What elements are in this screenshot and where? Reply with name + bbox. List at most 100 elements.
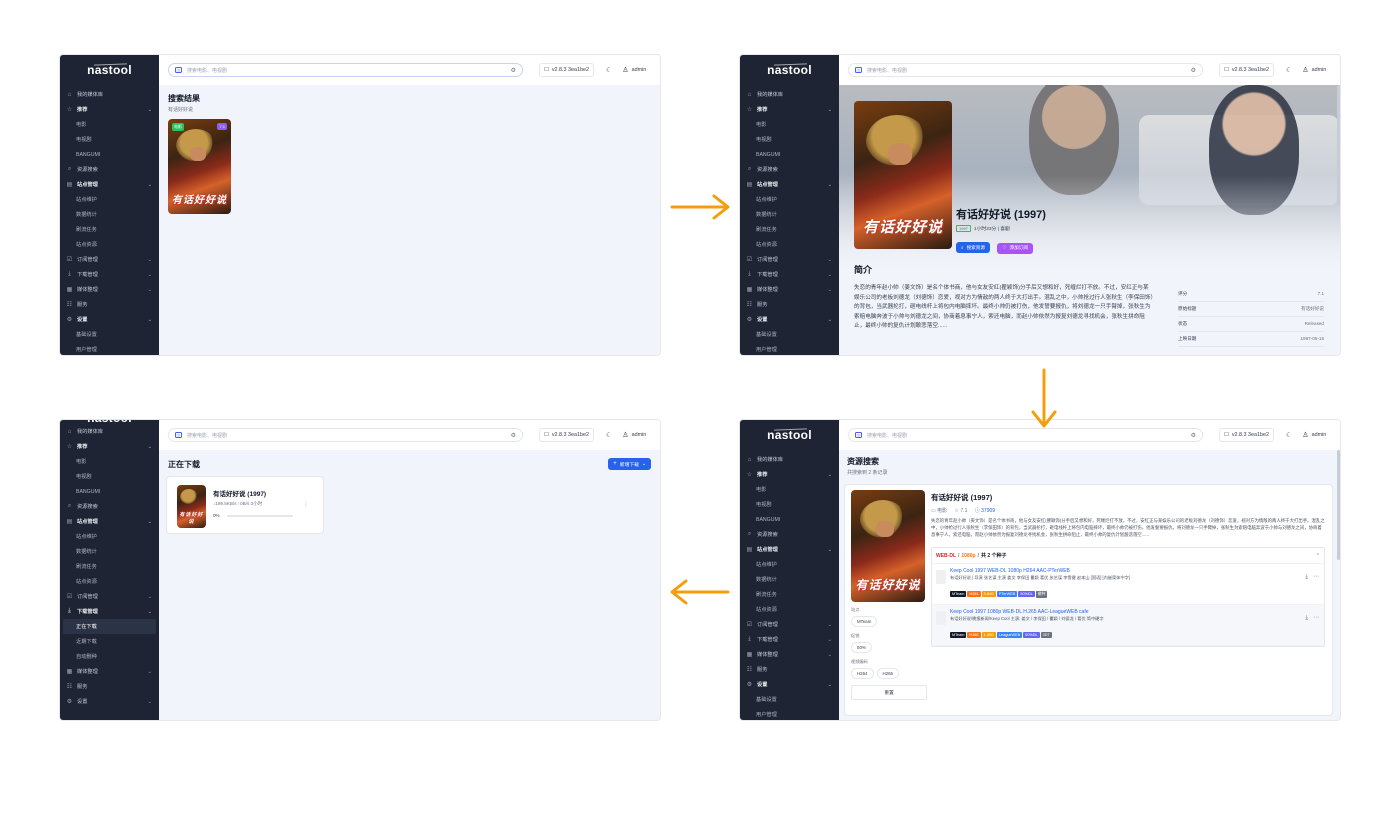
sidebar-item[interactable]: BANGUMI <box>60 484 159 499</box>
version-button[interactable]: ☐ v2.8.3 3ea1be2 <box>539 428 595 442</box>
sidebar-item[interactable]: ☑ 订阅管理 ⌄ <box>740 252 839 267</box>
filter-site-chip[interactable]: MTeam <box>851 616 878 627</box>
sidebar-item[interactable]: 数据统计 <box>740 572 839 587</box>
app-logo[interactable]: nastool <box>740 55 839 85</box>
result-poster[interactable]: 电影 7.1 有话好好说 <box>168 119 231 214</box>
sidebar-item[interactable]: 电影 <box>60 454 159 469</box>
sidebar-item[interactable]: 自动删种 <box>60 649 159 664</box>
user-menu[interactable]: ♙ admin <box>622 431 646 439</box>
sidebar-item[interactable]: ▤ 站点管理 ⌄ <box>60 177 159 192</box>
filter-icon[interactable]: ⚙ <box>1191 67 1196 74</box>
sidebar-item[interactable]: ⤓ 下载管理 ⌄ <box>740 267 839 282</box>
app-logo[interactable]: nastool <box>60 420 159 422</box>
sidebar-item[interactable]: ⌕ 资源搜索 <box>60 162 159 177</box>
tmdb-id-link[interactable]: 37909 <box>981 508 995 514</box>
sidebar-item[interactable]: 站点维护 <box>60 192 159 207</box>
search-input[interactable]: ◫ 搜索电影、电视剧 ⚙ <box>848 428 1203 442</box>
sidebar-item[interactable]: 电影 <box>740 482 839 497</box>
sidebar-item[interactable]: 基础设置 <box>740 692 839 707</box>
sidebar-item[interactable]: ☷ 服务 <box>60 679 159 694</box>
torrent-row[interactable]: Keep Cool 1997 WEB-DL 1080p H264 AAC-PTe… <box>932 564 1324 605</box>
theme-toggle-icon[interactable]: ☾ <box>606 66 612 74</box>
theme-toggle-icon[interactable]: ☾ <box>606 431 612 439</box>
sidebar-item[interactable]: ⤓ 下载管理 ⌄ <box>60 267 159 282</box>
sidebar-item[interactable]: ⤓ 下载管理 ⌄ <box>740 632 839 647</box>
version-button[interactable]: ☐ v2.8.3 3ea1be2 <box>1219 63 1275 77</box>
sidebar-item[interactable]: ⌂ 我的媒体库 <box>60 87 159 102</box>
download-icon[interactable]: ⤓ <box>1305 574 1308 581</box>
filter-icon[interactable]: ⚙ <box>511 67 516 74</box>
sidebar-item[interactable]: 电视剧 <box>740 132 839 147</box>
sidebar-item[interactable]: 数据统计 <box>60 544 159 559</box>
filter-codec-chip[interactable]: H265 <box>876 668 899 679</box>
sidebar-item[interactable]: ⚙ 设置 ⌄ <box>60 312 159 327</box>
filter-codec-chip[interactable]: H264 <box>851 668 874 679</box>
sidebar-item[interactable]: ▤ 站点管理 ⌄ <box>60 514 159 529</box>
sidebar-item[interactable]: 电视剧 <box>740 497 839 512</box>
sidebar-item[interactable]: 站点维护 <box>740 192 839 207</box>
theme-toggle-icon[interactable]: ☾ <box>1286 431 1292 439</box>
filter-icon[interactable]: ⚙ <box>511 432 516 439</box>
scrollbar[interactable] <box>1337 450 1340 560</box>
sidebar-item[interactable]: ☑ 订阅管理 ⌄ <box>60 589 159 604</box>
sidebar-item[interactable]: ⚙ 设置 ⌄ <box>60 694 159 709</box>
user-menu[interactable]: ♙ admin <box>1302 66 1326 74</box>
sidebar-item[interactable]: ⌂ 我的媒体库 <box>740 87 839 102</box>
search-input[interactable]: ◫ 搜索电影、电视剧 ⚙ <box>168 63 523 77</box>
sidebar-item[interactable]: ▤ 站点管理 ⌄ <box>740 177 839 192</box>
sidebar-item[interactable]: ☷ 服务 <box>740 662 839 677</box>
torrent-name[interactable]: Keep Cool 1997 WEB-DL 1080p H264 AAC-PTe… <box>950 568 1294 574</box>
sidebar-item[interactable]: ☆ 推荐 ⌄ <box>60 102 159 117</box>
sidebar-item[interactable]: ☆ 推荐 ⌄ <box>740 102 839 117</box>
sidebar-item[interactable]: 站点维护 <box>60 529 159 544</box>
sidebar-item[interactable]: ⚙ 设置 ⌄ <box>740 677 839 692</box>
filter-promo-chip[interactable]: 50% <box>851 642 872 653</box>
torrent-row[interactable]: Keep Cool 1997 1080p WEB-DL H.265 AAC-Le… <box>932 605 1324 646</box>
sidebar-item[interactable]: 刷流任务 <box>60 559 159 574</box>
sidebar-item[interactable]: 刷流任务 <box>740 222 839 237</box>
sidebar-item[interactable]: ⌕ 资源搜索 <box>60 499 159 514</box>
sidebar-item[interactable]: 电影 <box>740 117 839 132</box>
scrollbar[interactable] <box>1337 85 1340 205</box>
sidebar-item[interactable]: ☆ 推荐 ⌄ <box>740 467 839 482</box>
sidebar-item[interactable]: 站点资源 <box>740 237 839 252</box>
sidebar-item[interactable]: ☷ 服务 <box>740 297 839 312</box>
sidebar-item[interactable]: ⚙ 设置 ⌄ <box>740 312 839 327</box>
user-menu[interactable]: ♙ admin <box>622 66 646 74</box>
version-button[interactable]: ☐ v2.8.3 3ea1be2 <box>539 63 595 77</box>
sidebar-item[interactable]: ⌂ 我的媒体库 <box>740 452 839 467</box>
app-logo[interactable]: nastool <box>60 55 159 85</box>
sidebar-item[interactable]: 用户管理 <box>740 342 839 355</box>
sidebar-item[interactable]: ▤ 站点管理 ⌄ <box>740 542 839 557</box>
sidebar-item[interactable]: 站点资源 <box>740 602 839 617</box>
app-logo[interactable]: nastool <box>740 420 839 450</box>
sidebar-item[interactable]: 用户管理 <box>740 707 839 720</box>
sidebar-item[interactable]: 近期下载 <box>60 634 159 649</box>
sidebar-item[interactable]: 数据统计 <box>60 207 159 222</box>
sidebar-item[interactable]: 用户管理 <box>60 342 159 355</box>
sidebar-item[interactable]: ▦ 媒体整理 ⌄ <box>740 282 839 297</box>
sidebar-item[interactable]: 站点资源 <box>60 237 159 252</box>
sidebar-item[interactable]: 电影 <box>60 117 159 132</box>
sidebar-item[interactable]: 电视剧 <box>60 132 159 147</box>
sidebar-item[interactable]: 基础设置 <box>60 327 159 342</box>
sidebar-item[interactable]: 刷流任务 <box>60 222 159 237</box>
chevron-up-icon[interactable]: ⌃ <box>1316 553 1320 559</box>
torrent-name[interactable]: Keep Cool 1997 1080p WEB-DL H.265 AAC-Le… <box>950 609 1294 615</box>
sidebar-item[interactable]: ⤓ 下载管理 ⌄ <box>60 604 159 619</box>
sidebar-item[interactable]: ☑ 订阅管理 ⌄ <box>740 617 839 632</box>
search-resources-button[interactable]: ⌕ 搜索资源 <box>956 242 990 253</box>
theme-toggle-icon[interactable]: ☾ <box>1286 66 1292 74</box>
more-icon[interactable]: ⋯ <box>1313 573 1319 580</box>
more-icon[interactable]: ⋯ <box>1313 614 1319 621</box>
torrent-group-header[interactable]: WEB-DL/1080p / 共 2 个种子 ⌃ <box>932 548 1324 564</box>
download-item[interactable]: 有话好好说 有话好好说 (1997) ↓199.5KB/s ↑0B/s 3小时 … <box>167 477 323 533</box>
sidebar-item[interactable]: 电视剧 <box>60 469 159 484</box>
add-subscription-button[interactable]: ♡ 添加订阅 <box>997 242 1033 254</box>
sidebar-item[interactable]: 数据统计 <box>740 207 839 222</box>
sidebar-item[interactable]: ⌕ 资源搜索 <box>740 527 839 542</box>
sidebar-item[interactable]: 站点维护 <box>740 557 839 572</box>
sidebar-item[interactable]: BANGUMI <box>740 512 839 527</box>
sidebar-item[interactable]: BANGUMI <box>60 147 159 162</box>
more-icon[interactable]: ⋮ <box>303 501 309 508</box>
